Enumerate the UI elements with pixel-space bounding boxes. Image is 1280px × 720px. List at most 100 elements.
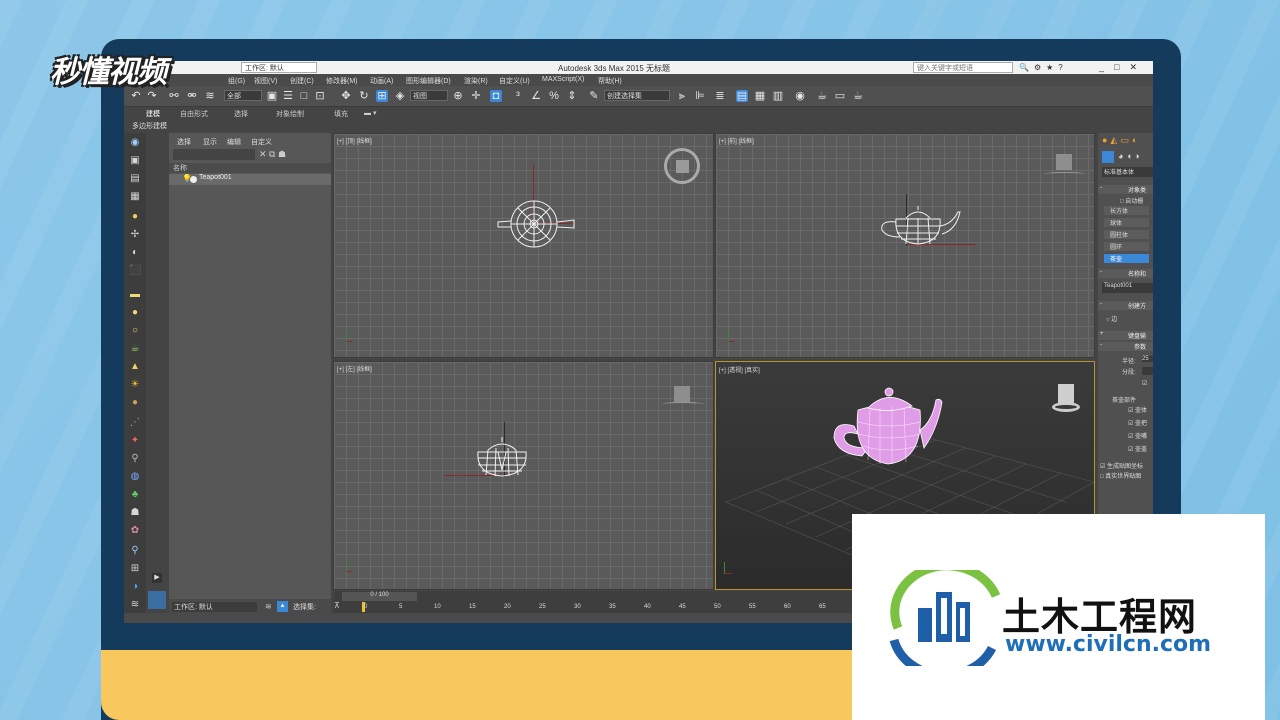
bind-spacewarp-icon[interactable]: ≋ bbox=[204, 90, 216, 102]
shape-icon[interactable]: ⋰ bbox=[129, 417, 141, 429]
globe-icon[interactable]: ◍ bbox=[129, 471, 141, 483]
rotate-icon[interactable]: ↻ bbox=[358, 90, 370, 102]
group-icon[interactable]: ✿ bbox=[129, 525, 141, 537]
teapot-front-wireframe[interactable] bbox=[876, 204, 966, 246]
explorer-workspace-dropdown[interactable]: 工作区: 默认 bbox=[172, 602, 257, 612]
material-editor-icon[interactable]: ◉ bbox=[794, 90, 806, 102]
clear-filter-icon[interactable]: ✕ ⧉ ☗ bbox=[259, 149, 286, 160]
autogrid-checkbox[interactable]: □ 自动栅 bbox=[1120, 196, 1143, 205]
viewport-top-label[interactable]: [+] [顶] [线框] bbox=[337, 136, 372, 145]
render-production-icon[interactable]: ☕ bbox=[852, 90, 864, 102]
box-button[interactable]: 长方体 bbox=[1104, 206, 1149, 215]
render-setup-icon[interactable]: ☕ bbox=[816, 90, 828, 102]
search-input[interactable]: 键入关键字或短语 bbox=[913, 62, 1013, 73]
select-object-icon[interactable]: ▣ bbox=[266, 90, 278, 102]
character-icon[interactable]: ☗ bbox=[129, 507, 141, 519]
geometry-category-icon[interactable] bbox=[1102, 151, 1114, 163]
curve-editor-icon[interactable]: ▦ bbox=[754, 90, 766, 102]
viewport-top[interactable]: [+] [顶] [线框] bbox=[333, 133, 714, 358]
disc-icon[interactable]: ● bbox=[129, 397, 141, 409]
move-icon[interactable]: ✥ bbox=[340, 90, 352, 102]
teapot-shaded[interactable] bbox=[828, 378, 953, 473]
list-icon[interactable]: ▤ bbox=[129, 173, 141, 185]
part-body-checkbox[interactable]: ☑ 壶体 bbox=[1128, 405, 1147, 414]
link-icon[interactable]: ⚯ bbox=[168, 90, 180, 102]
minimize-button[interactable]: _ bbox=[1099, 62, 1114, 72]
circle-icon[interactable]: ○ bbox=[129, 325, 141, 337]
time-slider[interactable]: 0 / 100 bbox=[342, 592, 417, 601]
segments-field[interactable] bbox=[1142, 367, 1153, 375]
menu-rendering[interactable]: 渲染(R) bbox=[464, 76, 488, 86]
camera-icon[interactable]: ⬛ bbox=[129, 265, 141, 277]
torus-button[interactable]: 圆环 bbox=[1104, 242, 1149, 251]
hierarchy-icon[interactable]: ⊞ bbox=[129, 563, 141, 575]
keyboard-shortcut-toggle-icon[interactable]: ◘ bbox=[490, 90, 502, 102]
smooth-checkbox[interactable]: ☑ bbox=[1142, 380, 1147, 387]
viewcube-front[interactable] bbox=[1056, 154, 1072, 170]
search-icon[interactable]: ⚲ bbox=[129, 545, 141, 557]
viewport-left[interactable]: [+] [左] [线框] bbox=[333, 361, 714, 590]
explorer-tab-display[interactable]: 显示 bbox=[203, 137, 217, 147]
layers-icon[interactable]: ≋ bbox=[129, 599, 141, 611]
teapot-top-wireframe[interactable] bbox=[494, 200, 579, 250]
name-color-rollout[interactable]: - 名称和 bbox=[1098, 269, 1153, 278]
graphite-toggle-icon[interactable]: ▤ bbox=[736, 90, 748, 102]
spacewarp-icon[interactable]: ◐ bbox=[129, 247, 141, 259]
spinner-snap-icon[interactable]: ⇕ bbox=[566, 90, 578, 102]
toggle-icon[interactable]: ◑ bbox=[129, 581, 141, 593]
viewport-front[interactable]: [+] [前] [线框] bbox=[715, 133, 1095, 358]
workspace-dropdown[interactable]: 工作区: 默认 bbox=[241, 62, 317, 73]
creation-method-rollout[interactable]: - 创建方 bbox=[1098, 301, 1153, 310]
explorer-filter-input[interactable] bbox=[173, 149, 255, 160]
object-type-rollout[interactable]: - 对象类 bbox=[1098, 185, 1153, 194]
gen-mapping-checkbox[interactable]: ☑ 生成贴图坐标 bbox=[1100, 461, 1143, 470]
redo-icon[interactable]: ↷ bbox=[146, 90, 158, 102]
menu-view[interactable]: 视图(V) bbox=[254, 76, 277, 86]
cylinder-button[interactable]: 圆柱体 bbox=[1104, 230, 1149, 239]
tab-modeling[interactable]: 建模 bbox=[146, 109, 160, 119]
align-icon[interactable]: ⊫ bbox=[694, 90, 706, 102]
edge-radio[interactable]: ○ 边 bbox=[1106, 314, 1117, 323]
rendered-frame-icon[interactable]: ▭ bbox=[834, 90, 846, 102]
light-icon[interactable]: ● bbox=[129, 211, 141, 223]
cone-icon[interactable]: ▲ bbox=[129, 361, 141, 373]
teapot-button[interactable]: 茶壶 bbox=[1104, 254, 1149, 263]
viewcube-left[interactable] bbox=[674, 386, 690, 402]
explorer-tab-edit[interactable]: 编辑 bbox=[227, 137, 241, 147]
scale-icon[interactable]: ⊞ bbox=[376, 90, 388, 102]
curve-editor-mini-icon[interactable]: ⊼ bbox=[334, 601, 340, 610]
menu-help[interactable]: 帮助(H) bbox=[598, 76, 622, 86]
infocenter-icons[interactable]: 🔍⚙★? bbox=[1019, 63, 1068, 72]
menu-group[interactable]: 组(G) bbox=[228, 76, 245, 86]
object-name-field[interactable]: Teapot001 bbox=[1102, 283, 1153, 293]
named-selection-dropdown[interactable]: 创建选择集 bbox=[604, 90, 670, 101]
display-filter-icon[interactable]: ▣ bbox=[129, 155, 141, 167]
part-handle-checkbox[interactable]: ☑ 壶把 bbox=[1128, 418, 1147, 427]
window-crossing-icon[interactable]: ⊡ bbox=[314, 90, 326, 102]
explorer-tab-select[interactable]: 选择 bbox=[177, 137, 191, 147]
rect-selection-icon[interactable]: □ bbox=[298, 90, 310, 102]
part-lid-checkbox[interactable]: ☑ 壶盖 bbox=[1128, 444, 1147, 453]
radius-field[interactable]: 25 bbox=[1142, 356, 1153, 362]
tab-populate[interactable]: 填充 bbox=[334, 109, 348, 119]
menu-maxscript[interactable]: MAXScript(X) bbox=[542, 76, 584, 83]
viewport-layout-icon[interactable] bbox=[148, 591, 166, 609]
schematic-view-icon[interactable]: ▥ bbox=[772, 90, 784, 102]
menu-graph-editors[interactable]: 图形编辑器(D) bbox=[406, 76, 451, 86]
part-spout-checkbox[interactable]: ☑ 壶嘴 bbox=[1128, 431, 1147, 440]
menu-create[interactable]: 创建(C) bbox=[290, 76, 314, 86]
teapot-left-wireframe[interactable] bbox=[474, 434, 534, 479]
foliage-icon[interactable]: ♣ bbox=[129, 489, 141, 501]
sphere-icon[interactable]: ● bbox=[129, 307, 141, 319]
ribbon-options-icon[interactable]: ▬ ▾ bbox=[364, 109, 376, 117]
box-icon[interactable]: ▬ bbox=[129, 289, 141, 301]
parameters-rollout[interactable]: - 参数 bbox=[1098, 342, 1153, 351]
bone-icon[interactable]: ⚲ bbox=[129, 453, 141, 465]
tab-freeform[interactable]: 自由形式 bbox=[180, 109, 208, 119]
keyboard-entry-rollout[interactable]: + 键盘输 bbox=[1098, 331, 1153, 340]
select-place-icon[interactable]: ◈ bbox=[394, 90, 406, 102]
close-button[interactable]: ✕ bbox=[1129, 62, 1147, 72]
teapot-icon[interactable]: ☕ bbox=[129, 343, 141, 355]
explorer-tab-customize[interactable]: 自定义 bbox=[251, 137, 272, 147]
select-by-name-icon[interactable]: ☰ bbox=[282, 90, 294, 102]
